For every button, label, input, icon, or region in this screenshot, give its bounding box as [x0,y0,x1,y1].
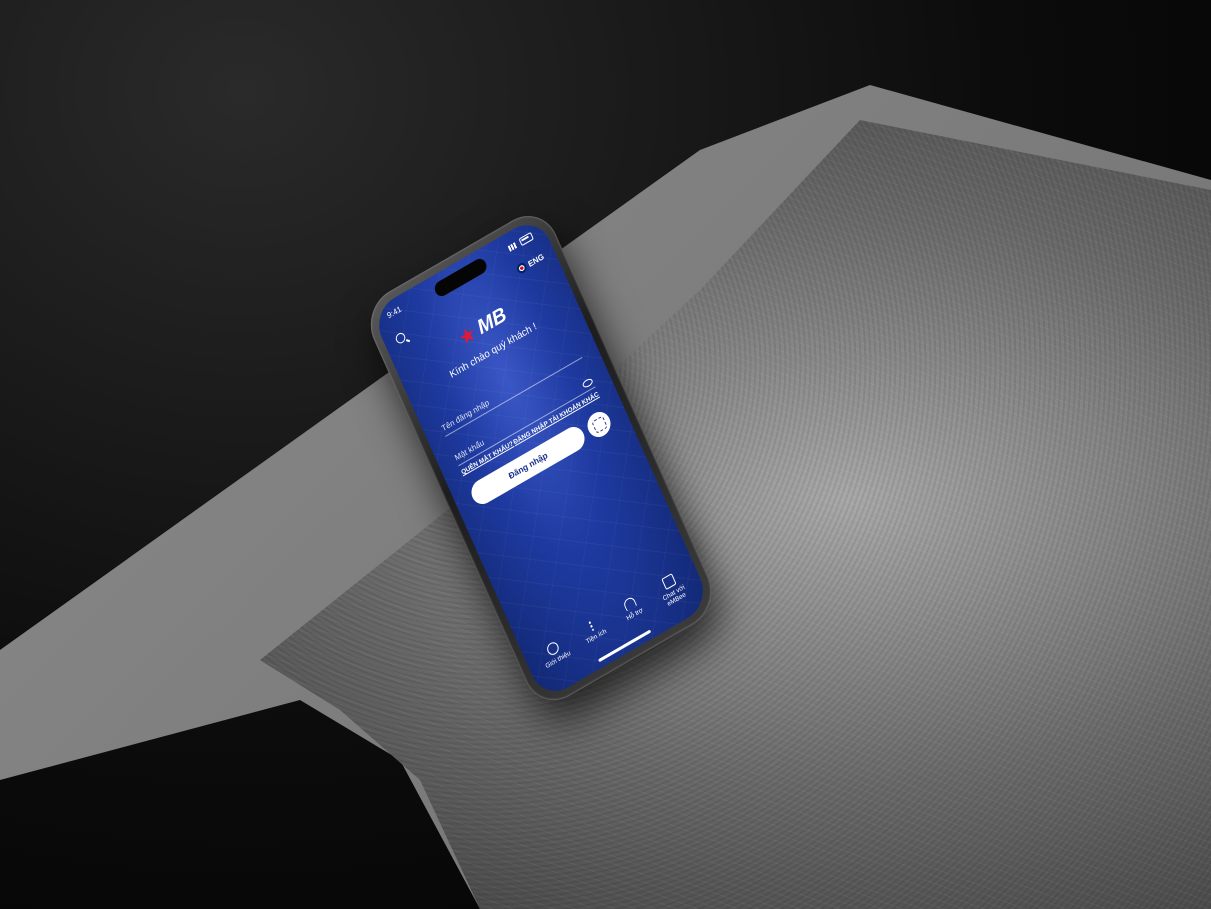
nav-label: Tiện ích [585,627,608,646]
search-icon[interactable] [394,331,407,346]
nav-item-utilities[interactable]: Tiện ích [573,611,618,657]
face-id-button[interactable] [583,407,615,442]
nav-label: Chat với eMBee [661,583,688,608]
face-id-icon [590,415,608,434]
language-label: ENG [526,251,546,269]
photo-scene: 9:41 ENG ★ MB Kính chào quý khách ! Tên … [0,0,1211,909]
star-logo-icon: ★ [455,321,480,351]
battery-icon [518,231,534,247]
language-toggle[interactable]: ENG [515,251,546,276]
more-dots-icon [587,619,596,632]
status-time: 9:41 [385,304,403,321]
nav-item-intro[interactable]: Giới thiệu [534,633,579,679]
uk-flag-icon [515,261,528,276]
logo-text: MB [474,303,510,340]
status-icons [506,229,535,255]
nav-item-support[interactable]: Hỗ trợ [611,589,656,635]
show-password-icon[interactable] [581,377,594,390]
signal-icon [507,241,519,252]
nav-item-chat[interactable]: Chat với eMBee [650,567,695,613]
